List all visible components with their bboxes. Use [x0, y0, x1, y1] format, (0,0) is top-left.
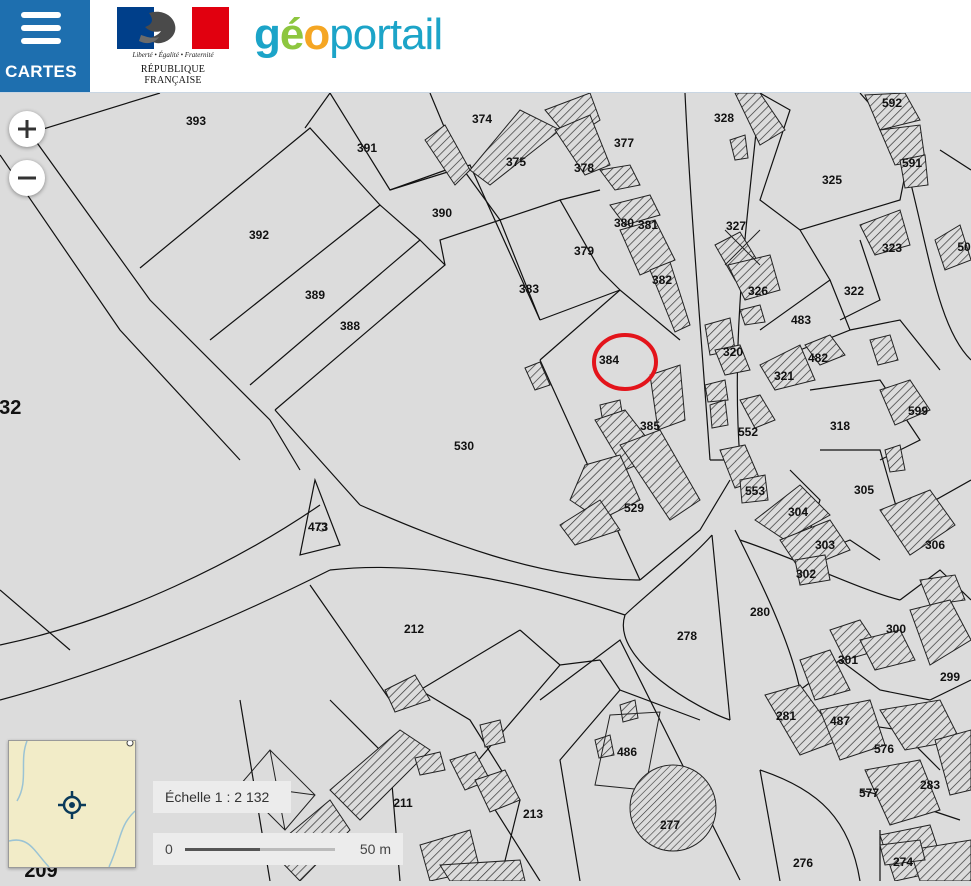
logo-motto: Liberté • Égalité • Fraternité: [132, 51, 214, 59]
brand-letter-o: o: [303, 10, 330, 59]
parcel-label: 482: [808, 351, 828, 365]
parcel-label: 591: [902, 156, 922, 170]
menu-button[interactable]: CARTES: [0, 0, 90, 92]
parcel-label: 391: [357, 141, 377, 155]
parcel-label: 577: [859, 786, 879, 800]
zoom-in-button[interactable]: [9, 111, 45, 147]
parcel-label: 326: [748, 284, 768, 298]
parcel-label: 385: [640, 419, 660, 433]
parcel-label: 553: [745, 484, 765, 498]
scale-distance: 50 m: [359, 841, 391, 857]
cadastre-layer: 393 391 392 390 389 388 374 375 378 377 …: [0, 92, 971, 882]
parcel-label: 325: [822, 173, 842, 187]
plus-icon: [18, 120, 36, 138]
parcel-label: 300: [886, 622, 906, 636]
parcel-label: 381: [638, 218, 658, 232]
parcel-label: 552: [738, 425, 758, 439]
parcel-label: 320: [723, 345, 743, 359]
parcel-label: 530: [454, 439, 474, 453]
parcel-label: 276: [793, 856, 813, 870]
parcel-label: 389: [305, 288, 325, 302]
parcel-label: 283: [920, 778, 940, 792]
brand-letter-g: g: [254, 10, 281, 59]
parcel-label: 306: [925, 538, 945, 552]
parcel-label: 378: [574, 161, 594, 175]
hamburger-icon: [21, 12, 61, 51]
parcel-label: 377: [614, 136, 634, 150]
parcel-label: 382: [652, 273, 672, 287]
parcel-label: 383: [519, 282, 539, 296]
scale-ratio: Échelle 1 : 2 132: [153, 781, 291, 813]
parcel-label: 280: [750, 605, 770, 619]
parcel-label: 323: [882, 241, 902, 255]
parcel-label: 374: [472, 112, 492, 126]
parcel-label: 483: [791, 313, 811, 327]
parcel-label: 278: [677, 629, 697, 643]
parcel-label: 592: [882, 96, 902, 110]
round-feature: [629, 764, 717, 852]
parcel-label: 211: [393, 796, 413, 810]
parcel-label: 473: [308, 520, 328, 534]
parcel-label: 304: [788, 505, 808, 519]
locate-target-icon: [58, 791, 86, 819]
parcel-label: 576: [874, 742, 894, 756]
parcel-label: 213: [523, 807, 543, 821]
zoom-out-button[interactable]: [9, 160, 45, 196]
parcel-label: 328: [714, 111, 734, 125]
parcel-label: 322: [844, 284, 864, 298]
overview-map[interactable]: [8, 739, 136, 868]
geoportail-logo[interactable]: géoportail: [254, 10, 443, 60]
parcel-label: 50: [957, 240, 971, 254]
menu-label: CARTES: [5, 62, 77, 81]
parcel-label: 301: [838, 653, 858, 667]
parcel-label: 299: [940, 670, 960, 684]
parcel-label: 303: [815, 538, 835, 552]
minus-icon: [18, 176, 36, 180]
parcel-label: 380: [614, 216, 634, 230]
parcel-label: 302: [796, 567, 816, 581]
scale-bar: 0 50 m: [153, 833, 403, 865]
parcel-label: 393: [186, 114, 206, 128]
header-bar: CARTES Liberté • Égalité • Fraternité RÉ…: [0, 0, 971, 93]
parcel-label: 212: [404, 622, 424, 636]
parcel-label: 390: [432, 206, 452, 220]
parcel-label: 277: [660, 818, 680, 832]
brand-letter-e: é: [279, 10, 305, 59]
parcel-label: 379: [574, 244, 594, 258]
parcel-label: 392: [249, 228, 269, 242]
parcel-label: 318: [830, 419, 850, 433]
parcel-label: 305: [854, 483, 874, 497]
parcel-label: 529: [624, 501, 644, 515]
parcel-label: 486: [617, 745, 637, 759]
scale-zero: 0: [165, 841, 173, 857]
parcel-label: 321: [774, 369, 794, 383]
cadastral-map[interactable]: 393 391 392 390 389 388 374 375 378 377 …: [0, 92, 971, 882]
parcel-label: 274: [893, 855, 913, 869]
scale-line: [185, 848, 335, 851]
parcel-label: 487: [830, 714, 850, 728]
parcel-label: 388: [340, 319, 360, 333]
section-label: 532: [0, 397, 21, 419]
parcel-label: 281: [776, 709, 796, 723]
parcel-label: 384: [599, 353, 619, 367]
brand-word-portail: portail: [329, 10, 443, 59]
parcel-label: 599: [908, 404, 928, 418]
parcel-label: 327: [726, 219, 746, 233]
parcel-label: 375: [506, 155, 526, 169]
logo-republic-text: RÉPUBLIQUE FRANÇAISE: [140, 64, 206, 86]
